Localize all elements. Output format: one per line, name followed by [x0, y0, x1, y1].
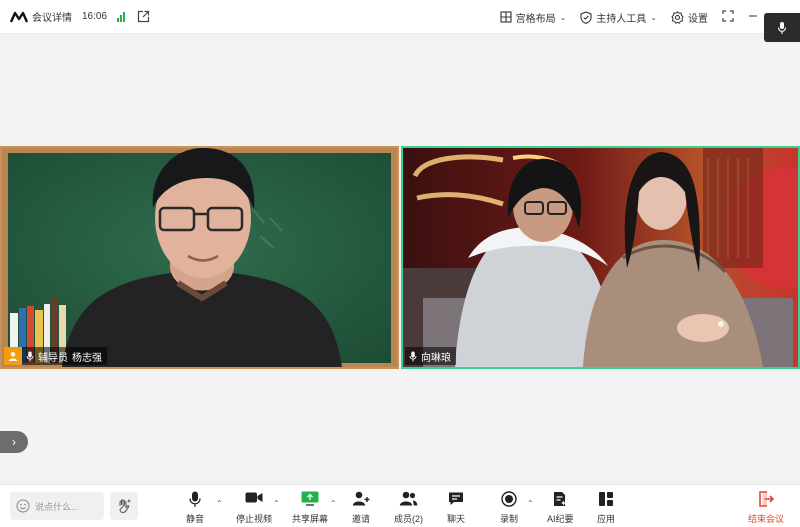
meeting-time: 16:06: [82, 11, 108, 22]
microphone-icon: [409, 351, 417, 362]
share-screen-icon: [301, 491, 319, 506]
settings-label: 设置: [688, 13, 708, 25]
meeting-details-link[interactable]: 会议详情: [32, 9, 72, 24]
video-options-chevron-icon[interactable]: ⌃: [273, 499, 280, 508]
share-screen-label: 共享屏幕: [292, 514, 329, 524]
chat-button[interactable]: 聊天: [447, 491, 465, 525]
raise-hand-button[interactable]: [110, 492, 138, 520]
video-tile-2[interactable]: 向琳琅: [401, 146, 800, 369]
record-label: 录制: [500, 514, 519, 524]
participant-video-feed: [403, 148, 798, 367]
emoji-icon: [16, 499, 30, 513]
members-icon: [399, 491, 418, 506]
minimize-icon[interactable]: [748, 10, 758, 24]
app-logo-icon: [10, 11, 28, 23]
microphone-icon: [26, 351, 34, 362]
stop-video-label: 停止视频: [236, 514, 273, 524]
mute-button[interactable]: 静音: [186, 491, 204, 525]
chat-label: 聊天: [447, 514, 466, 524]
share-screen-button[interactable]: 共享屏幕: [292, 491, 328, 525]
apps-grid-icon: [599, 492, 613, 506]
host-tools-button[interactable]: 主持人工具 ⌄: [580, 10, 657, 25]
expand-panel-button[interactable]: ›: [0, 431, 28, 453]
host-tools-label: 主持人工具: [596, 13, 647, 25]
video-camera-icon: [245, 492, 263, 503]
participant-name-tag: 向琳琅: [405, 347, 456, 365]
mute-label: 静音: [186, 514, 205, 524]
exit-icon: [759, 491, 774, 507]
shield-check-icon: [580, 10, 592, 24]
ai-minutes-label: AI纪要: [547, 514, 574, 524]
end-meeting-label: 结束会议: [748, 514, 785, 524]
ai-minutes-button[interactable]: AI纪要: [547, 491, 574, 525]
apps-button[interactable]: 应用: [597, 491, 615, 525]
floating-mic-button[interactable]: [764, 13, 800, 42]
mute-options-chevron-icon[interactable]: ⌃: [216, 499, 223, 508]
record-options-chevron-icon[interactable]: ⌃: [527, 499, 534, 508]
stop-video-button[interactable]: 停止视频: [236, 491, 272, 525]
quick-chat-input[interactable]: 说点什么...: [10, 492, 104, 520]
record-icon: [501, 491, 517, 507]
apps-label: 应用: [597, 514, 616, 524]
chat-bubble-icon: [449, 492, 463, 505]
meeting-toolbar: 说点什么... 静音 ⌃ 停止视频 ⌃ 共享屏幕 ⌃ 邀请 成员(2) 聊天 录…: [0, 484, 800, 527]
members-button[interactable]: 成员(2): [394, 491, 423, 525]
add-person-icon: [352, 491, 370, 506]
record-button[interactable]: 录制: [500, 491, 518, 525]
participant-name: 杨志强: [72, 352, 102, 364]
host-badge-icon: [4, 347, 22, 365]
participant-name-tag: 辅导员 杨志强: [4, 347, 107, 365]
raise-hand-icon: [119, 499, 131, 514]
microphone-icon: [777, 21, 787, 34]
fullscreen-icon[interactable]: [722, 9, 734, 25]
share-options-chevron-icon[interactable]: ⌃: [330, 499, 337, 508]
microphone-icon: [189, 491, 201, 507]
chevron-right-icon: ›: [12, 435, 16, 449]
external-link-icon[interactable]: [137, 10, 150, 23]
participant-role: 辅导员: [38, 352, 68, 364]
grid-layout-label: 宫格布局: [515, 13, 556, 25]
invite-button[interactable]: 邀请: [352, 491, 370, 525]
participant-name: 向琳琅: [421, 352, 451, 364]
video-tile-1[interactable]: 辅导员 杨志强: [0, 146, 399, 369]
settings-button[interactable]: 设置: [671, 10, 708, 25]
invite-label: 邀请: [352, 514, 371, 524]
network-signal-icon[interactable]: [117, 11, 126, 22]
grid-layout-icon: [500, 11, 512, 23]
title-bar: 会议详情 16:06 宫格布局 ⌄ 主持人工具 ⌄ 设置: [0, 0, 800, 34]
chevron-down-icon: ⌄: [650, 12, 657, 22]
participant-video-feed: [2, 148, 397, 367]
gear-icon: [671, 10, 684, 24]
chevron-down-icon: ⌄: [559, 12, 567, 22]
grid-layout-button[interactable]: 宫格布局 ⌄: [500, 10, 567, 25]
end-meeting-button[interactable]: 结束会议: [748, 491, 784, 525]
ai-minutes-icon: [554, 492, 567, 506]
chat-placeholder: 说点什么...: [35, 501, 79, 512]
members-label: 成员(2): [394, 514, 423, 524]
